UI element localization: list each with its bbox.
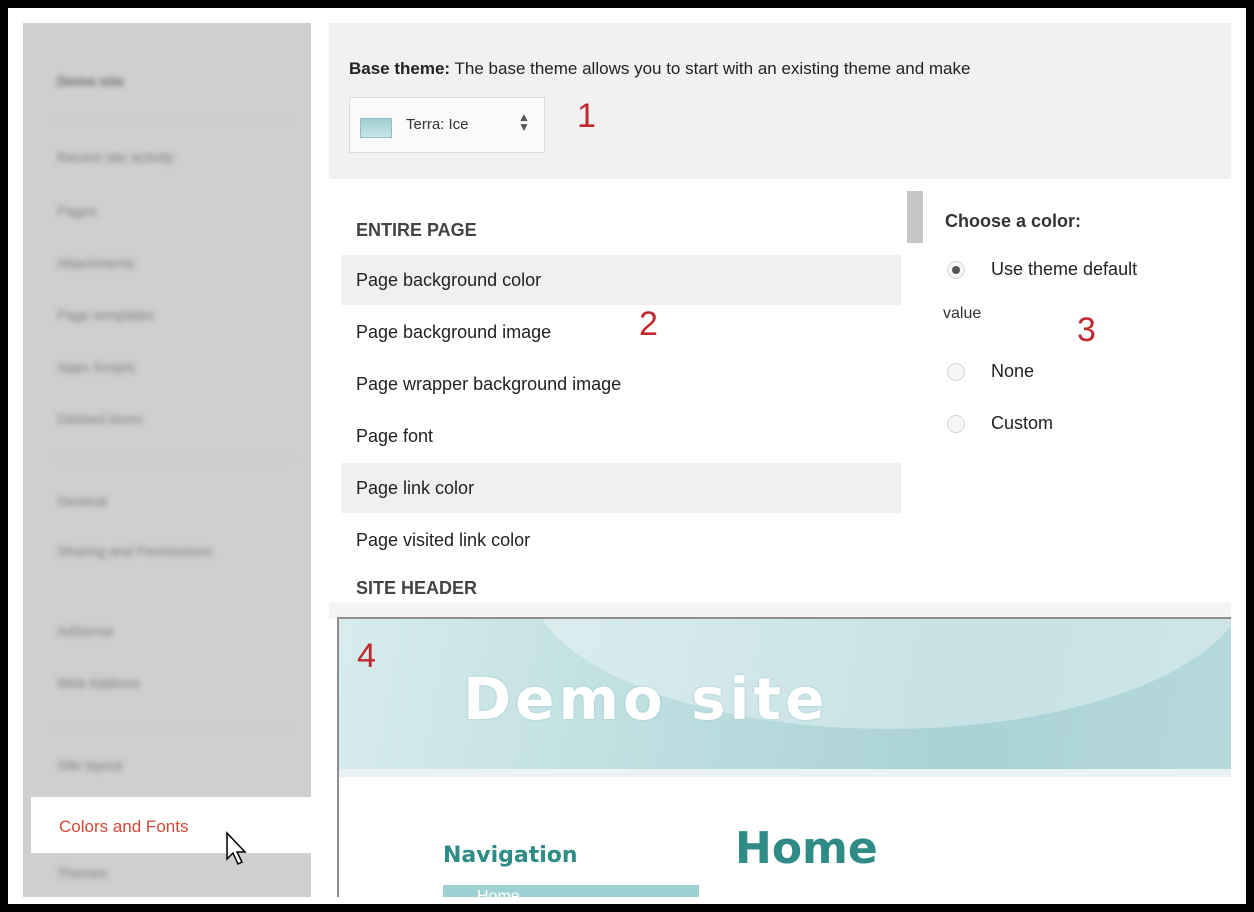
preview-header-banner: Demo site	[339, 619, 1231, 769]
sidebar-item-label: Colors and Fonts	[59, 817, 189, 836]
list-item[interactable]: Page background image	[341, 307, 901, 357]
sidebar: Demo site Recent site activity Pages Att…	[23, 23, 311, 897]
annotation-number: 1	[577, 97, 596, 135]
sidebar-divider	[53, 119, 293, 120]
sidebar-item[interactable]: General	[57, 493, 107, 509]
annotation-number: 2	[639, 305, 658, 343]
option-theme-default-label-cont: value	[943, 305, 982, 322]
list-item[interactable]: Page font	[341, 411, 901, 461]
sidebar-divider	[53, 725, 293, 726]
list-item[interactable]: Page visited link color	[341, 515, 901, 565]
base-theme-text: The base theme allows you to start with …	[450, 59, 971, 78]
list-item[interactable]: Page link color	[341, 463, 901, 513]
sidebar-item[interactable]: Attachments	[57, 255, 135, 271]
annotation-number: 4	[357, 637, 376, 675]
chooser-title: Choose a color:	[945, 211, 1082, 231]
preview-nav-item-home: Home	[443, 885, 699, 897]
preview-page-title: Home	[735, 823, 878, 874]
sidebar-item[interactable]: Apps Scripts	[57, 359, 136, 375]
sidebar-item[interactable]: Themes	[57, 865, 108, 881]
sidebar-item[interactable]: Deleted items	[57, 411, 143, 427]
preview-nav-item-label: Home	[477, 888, 520, 897]
sidebar-item[interactable]: Web Address	[57, 675, 140, 691]
list-item[interactable]: Page wrapper background image	[341, 359, 901, 409]
sidebar-item[interactable]: Site layout	[57, 757, 122, 773]
sidebar-item[interactable]: Recent site activity	[57, 149, 174, 165]
sidebar-site-title[interactable]: Demo site	[57, 73, 124, 89]
color-chooser: Choose a color: Use theme default value …	[929, 179, 1231, 603]
theme-preview: Demo site 4 Navigation Home Home	[337, 617, 1231, 897]
base-theme-label: Base theme:	[349, 59, 451, 78]
section-header-entire-page: ENTIRE PAGE	[356, 220, 477, 240]
theme-swatch-icon	[360, 118, 392, 138]
sidebar-divider	[53, 459, 293, 460]
preview-site-title: Demo site	[463, 665, 829, 733]
option-custom-label: Custom	[991, 413, 1054, 433]
radio-theme-default[interactable]	[947, 261, 965, 279]
mouse-cursor-icon	[226, 831, 247, 866]
base-theme-select[interactable]: Terra: Ice ▲ ▼	[349, 97, 545, 153]
app-window: Demo site Recent site activity Pages Att…	[23, 23, 1231, 897]
radio-custom[interactable]	[947, 415, 965, 433]
radio-none[interactable]	[947, 363, 965, 381]
sidebar-item-colors-and-fonts[interactable]: Colors and Fonts	[31, 797, 311, 853]
screenshot-frame: Demo site Recent site activity Pages Att…	[8, 8, 1246, 904]
sidebar-item[interactable]: Pages	[57, 203, 97, 219]
preview-divider	[339, 769, 1231, 777]
list-item[interactable]: Page background color	[341, 255, 901, 305]
settings-list: ENTIRE PAGE Page background color Page b…	[329, 179, 913, 603]
option-none-label: None	[991, 361, 1035, 381]
list-scrollbar[interactable]	[907, 191, 923, 243]
base-theme-selected: Terra: Ice	[406, 116, 469, 133]
annotation-number: 3	[1077, 311, 1096, 349]
select-arrows-icon: ▲ ▼	[518, 110, 530, 134]
base-theme-description: Base theme: The base theme allows you to…	[349, 59, 970, 79]
preview-navigation-title: Navigation	[443, 843, 578, 868]
base-theme-panel: Base theme: The base theme allows you to…	[329, 23, 1231, 179]
sidebar-item[interactable]: Sharing and Permissions	[57, 543, 217, 559]
sidebar-item[interactable]: AdSense	[57, 623, 114, 639]
option-theme-default-label: Use theme default	[991, 259, 1138, 279]
sidebar-item[interactable]: Page templates	[57, 307, 154, 323]
